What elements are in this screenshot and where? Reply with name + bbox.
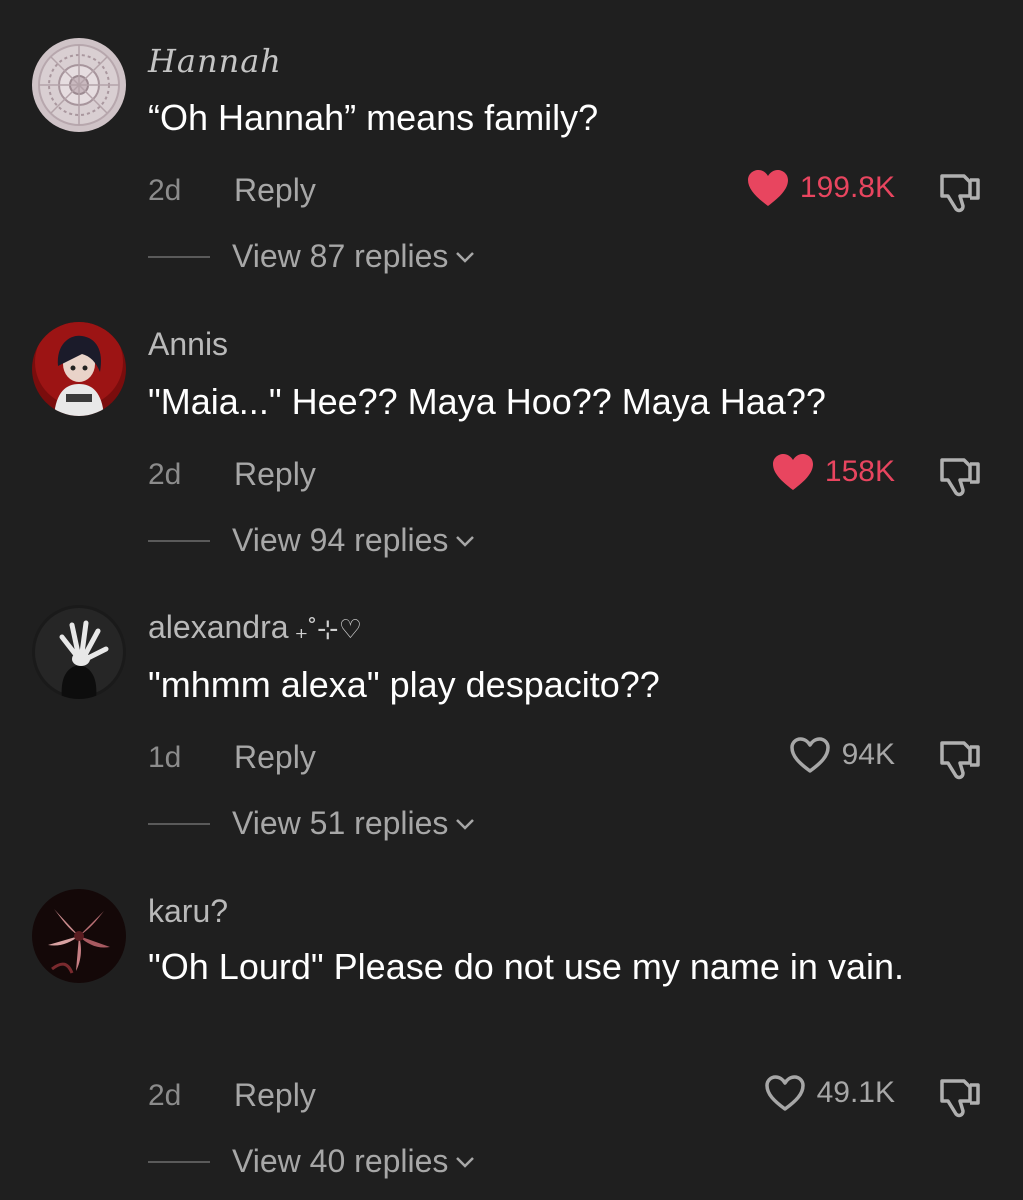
anime-character-icon bbox=[32, 322, 126, 416]
username-text: Annis bbox=[148, 326, 229, 362]
lace-doily-icon bbox=[32, 38, 126, 132]
thumbs-down-icon bbox=[940, 1079, 980, 1118]
heart-filled-icon bbox=[747, 170, 788, 206]
comment-time: 2d bbox=[148, 174, 182, 207]
avatar[interactable] bbox=[32, 889, 126, 983]
view-replies-button[interactable]: View 87 replies bbox=[148, 238, 476, 275]
reply-button[interactable]: Reply bbox=[234, 739, 316, 776]
comment-time: 2d bbox=[148, 458, 182, 491]
dislike-button[interactable] bbox=[934, 1071, 984, 1121]
like-button[interactable]: 94K bbox=[788, 735, 895, 775]
divider bbox=[148, 255, 210, 258]
hand-silhouette-icon bbox=[32, 605, 126, 699]
comment-time: 1d bbox=[148, 741, 182, 774]
comment-text: "mhmm alexa" play despacito?? bbox=[148, 664, 660, 705]
like-count: 94K bbox=[841, 738, 895, 771]
username-text: alexandra bbox=[148, 609, 289, 645]
chevron-down-icon bbox=[456, 251, 475, 263]
divider bbox=[148, 539, 210, 542]
view-replies-button[interactable]: View 40 replies bbox=[148, 1143, 476, 1180]
thumbs-down-icon bbox=[940, 174, 980, 213]
reply-button[interactable]: Reply bbox=[234, 1077, 316, 1114]
dislike-button[interactable] bbox=[934, 450, 984, 500]
lily-flower-icon bbox=[32, 889, 126, 983]
comment-text: "Maia..." Hee?? Maya Hoo?? Maya Haa?? bbox=[148, 381, 826, 422]
view-replies-label: View 51 replies bbox=[232, 805, 449, 841]
avatar[interactable] bbox=[32, 322, 126, 416]
view-replies-label: View 40 replies bbox=[232, 1143, 449, 1179]
like-count: 158K bbox=[824, 455, 895, 488]
like-button[interactable]: 158K bbox=[771, 452, 895, 492]
like-count: 199.8K bbox=[799, 171, 895, 204]
comment-time: 2d bbox=[148, 1079, 182, 1112]
username[interactable]: Hannah bbox=[148, 42, 282, 80]
thumbs-down-icon bbox=[940, 458, 980, 497]
chevron-down-icon bbox=[456, 535, 475, 547]
username[interactable]: karu? bbox=[148, 893, 228, 930]
username-text: Hannah bbox=[148, 42, 282, 80]
view-replies-button[interactable]: View 94 replies bbox=[148, 522, 476, 559]
comment-text: "Oh Lourd" Please do not use my name in … bbox=[148, 946, 904, 987]
reply-button[interactable]: Reply bbox=[234, 456, 316, 493]
chevron-down-icon bbox=[456, 1156, 475, 1168]
view-replies-label: View 94 replies bbox=[232, 522, 449, 558]
like-count: 49.1K bbox=[816, 1076, 895, 1109]
username-text: karu? bbox=[148, 893, 229, 929]
view-replies-button[interactable]: View 51 replies bbox=[148, 805, 476, 842]
heart-outline-icon bbox=[789, 737, 830, 773]
heart-filled-icon bbox=[772, 454, 813, 490]
thumbs-down-icon bbox=[940, 741, 980, 780]
username[interactable]: Annis bbox=[148, 326, 228, 363]
avatar[interactable] bbox=[32, 605, 126, 699]
comment-text: “Oh Hannah” means family? bbox=[148, 97, 599, 138]
heart-outline-icon bbox=[764, 1075, 805, 1111]
like-button[interactable]: 49.1K bbox=[763, 1073, 895, 1113]
username-decoration: ₊˚⊹♡ bbox=[294, 614, 363, 644]
view-replies-label: View 87 replies bbox=[232, 238, 449, 274]
divider bbox=[148, 1160, 210, 1163]
chevron-down-icon bbox=[456, 818, 475, 830]
reply-button[interactable]: Reply bbox=[234, 172, 316, 209]
divider bbox=[148, 822, 210, 825]
dislike-button[interactable] bbox=[934, 166, 984, 216]
avatar[interactable] bbox=[32, 38, 126, 132]
username[interactable]: alexandra ₊˚⊹♡ bbox=[148, 609, 362, 646]
dislike-button[interactable] bbox=[934, 733, 984, 783]
like-button[interactable]: 199.8K bbox=[746, 168, 895, 208]
